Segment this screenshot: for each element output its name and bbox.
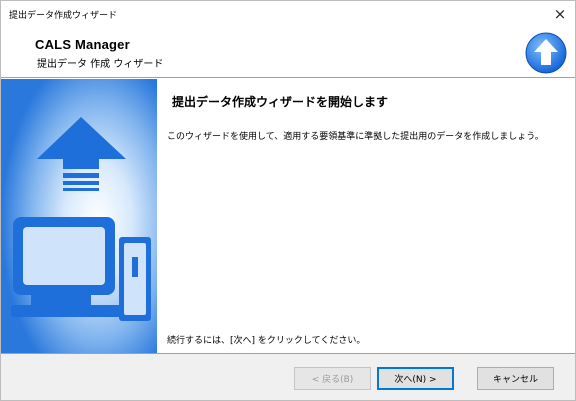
wizard-header: CALS Manager 提出データ 作成 ウィザード [1,27,575,77]
continue-instruction: 続行するには、[次へ] をクリックしてください。 [167,336,366,346]
description-text: このウィザードを使用して、適用する要領基準に準拠した提出用のデータを作成しましょ… [167,132,544,142]
side-image [1,79,157,353]
page-heading: 提出データ作成ウィザードを開始します [172,95,389,109]
wizard-content: 提出データ作成ウィザードを開始します このウィザードを使用して、適用する要領基準… [157,79,575,353]
close-button[interactable]: × [545,1,575,27]
next-button[interactable]: 次へ(N) > [377,367,454,390]
upload-arrow-circle-icon [525,32,567,74]
button-bar: < 戻る(B) 次へ(N) > キャンセル [1,354,575,400]
wizard-window: 提出データ作成ウィザード × CALS Manager 提出データ 作成 ウィザ… [0,0,576,401]
app-name: CALS Manager [35,37,130,52]
wizard-subtitle: 提出データ 作成 ウィザード [37,59,164,70]
window-title: 提出データ作成ウィザード [9,11,118,21]
cancel-button[interactable]: キャンセル [477,367,554,390]
back-button[interactable]: < 戻る(B) [294,367,371,390]
title-bar: 提出データ作成ウィザード × [1,1,575,27]
computer-upload-illustration [1,79,157,353]
